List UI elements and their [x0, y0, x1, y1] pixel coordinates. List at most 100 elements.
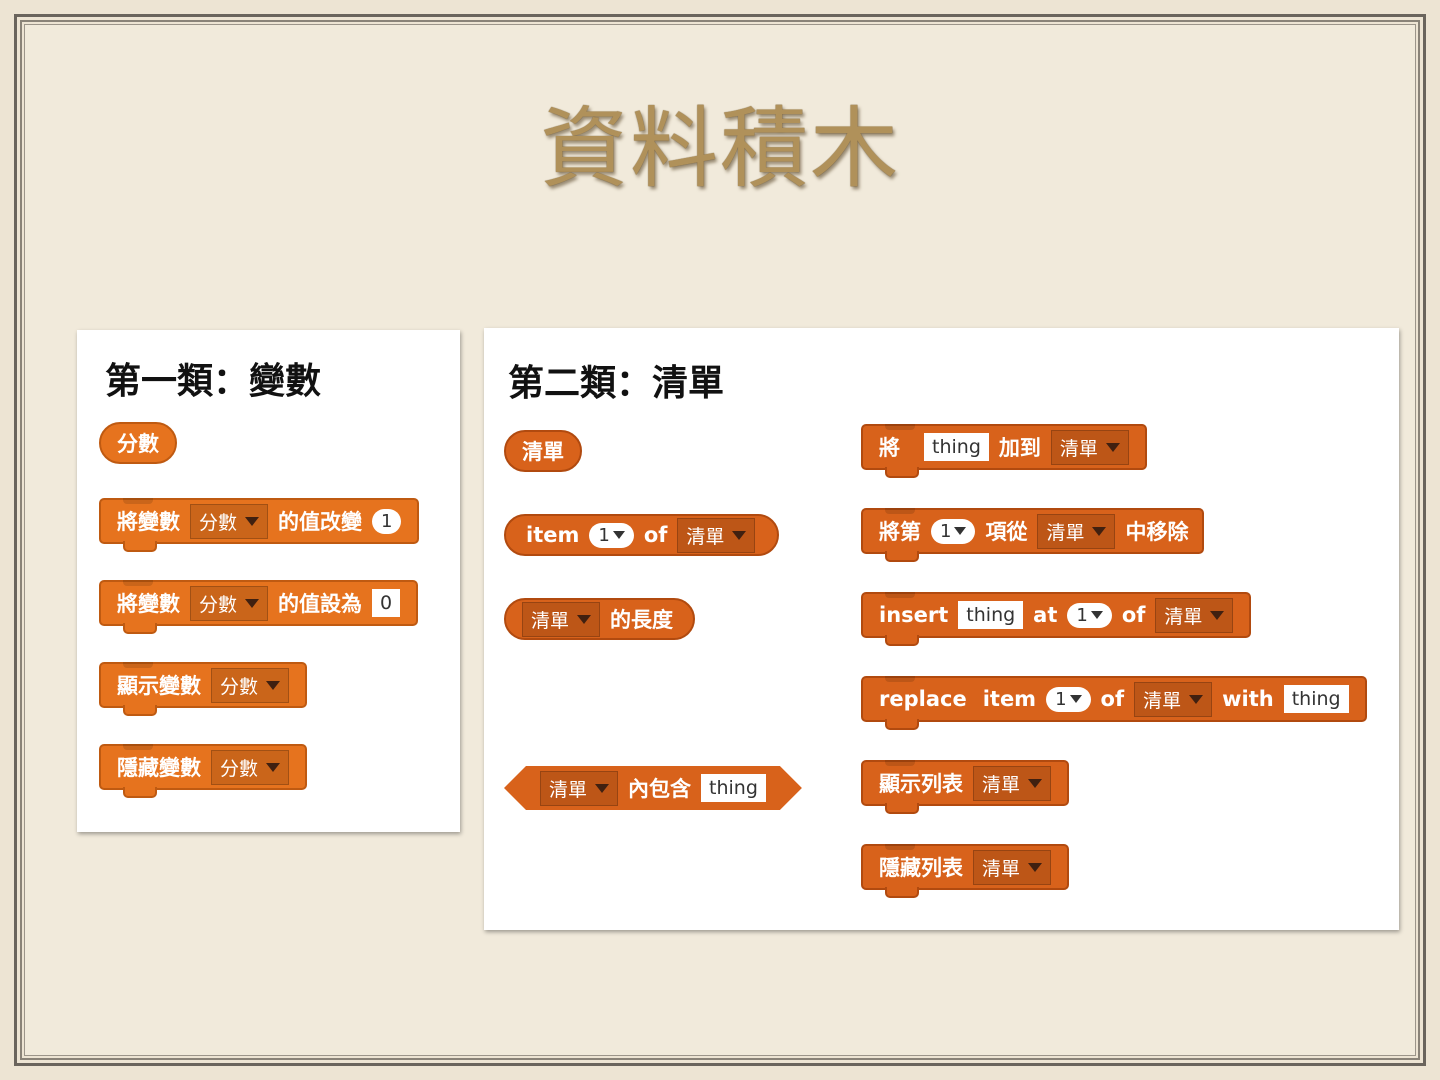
index-value: 1: [940, 520, 952, 542]
block-label: 將第: [879, 520, 921, 544]
dropdown-arrow-icon: [612, 531, 625, 539]
block-label: 內包含: [628, 777, 692, 801]
list-dropdown[interactable]: 清單: [1050, 429, 1129, 465]
dropdown-arrow-icon: [1189, 694, 1204, 704]
dropdown-value: 清單: [982, 857, 1021, 880]
variable-dropdown[interactable]: 分數: [211, 749, 290, 785]
index-value: 1: [598, 524, 610, 546]
change-value-input[interactable]: 1: [372, 508, 402, 534]
dropdown-value: 清單: [1046, 521, 1085, 544]
dropdown-value: 清單: [982, 773, 1021, 796]
dropdown-value: 分數: [199, 511, 238, 534]
dropdown-arrow-icon: [732, 530, 747, 540]
item-of-list-block[interactable]: item 1 of 清單: [504, 514, 780, 556]
hide-list-block[interactable]: 隱藏列表 清單: [861, 844, 1070, 898]
dropdown-value: 清單: [1164, 605, 1203, 628]
set-value-input[interactable]: 0: [372, 589, 401, 617]
add-value-input[interactable]: thing: [924, 433, 989, 461]
show-list-block[interactable]: 顯示列表 清單: [861, 760, 1070, 814]
list-length-block[interactable]: 清單 的長度: [504, 598, 696, 640]
dropdown-arrow-icon: [245, 516, 260, 526]
list-contains-block[interactable]: 清單 內包含 thing: [504, 766, 802, 810]
block-label: 顯示列表: [879, 772, 963, 796]
index-dropdown[interactable]: 1: [931, 518, 976, 544]
variable-dropdown[interactable]: 分數: [190, 503, 269, 539]
dropdown-arrow-icon: [1092, 526, 1107, 536]
index-dropdown[interactable]: 1: [1067, 602, 1112, 628]
dropdown-arrow-icon: [266, 762, 281, 772]
variable-dropdown[interactable]: 分數: [190, 585, 269, 621]
block-label: 將變數: [117, 510, 180, 534]
block-label: insert: [879, 603, 949, 627]
index-dropdown[interactable]: 1: [589, 522, 634, 548]
block-label: 將: [879, 436, 900, 460]
dropdown-arrow-icon: [1210, 610, 1225, 620]
block-of: of: [1121, 603, 1146, 627]
list-dropdown[interactable]: 清單: [973, 849, 1052, 885]
list-dropdown[interactable]: 清單: [973, 765, 1052, 801]
lists-panel: 第二類：清單 清單 item 1 of 清單 清單 的長度 清單 內包含 thi…: [484, 328, 1399, 930]
list-dropdown[interactable]: 清單: [677, 517, 756, 553]
dropdown-value: 分數: [199, 593, 238, 616]
block-item: item: [982, 687, 1037, 711]
block-action: 加到: [998, 436, 1041, 460]
lists-heading: 第二類：清單: [508, 363, 725, 404]
hide-variable-block[interactable]: 隱藏變數 分數: [99, 744, 308, 798]
index-value: 1: [1055, 688, 1067, 710]
dropdown-value: 清單: [549, 778, 588, 801]
list-dropdown[interactable]: 清單: [540, 771, 618, 806]
dropdown-arrow-icon: [266, 680, 281, 690]
insert-value-input[interactable]: thing: [958, 601, 1024, 629]
block-label: 將變數: [117, 592, 180, 616]
block-label: 隱藏變數: [117, 756, 201, 780]
dropdown-arrow-icon: [1028, 862, 1043, 872]
delete-from-list-block[interactable]: 將第 1 項從 清單 中移除: [861, 508, 1205, 562]
dropdown-arrow-icon: [1069, 695, 1082, 703]
set-variable-block[interactable]: 將變數 分數 的值設為 0: [99, 580, 419, 634]
block-label: 的長度: [610, 608, 674, 632]
dropdown-arrow-icon: [577, 614, 592, 624]
block-with: with: [1222, 687, 1274, 711]
replace-value-input[interactable]: thing: [1283, 685, 1349, 713]
block-label: 顯示變數: [117, 674, 201, 698]
insert-into-list-block[interactable]: insert thing at 1 of 清單: [861, 592, 1252, 646]
variable-dropdown[interactable]: 分數: [211, 667, 290, 703]
list-dropdown[interactable]: 清單: [522, 601, 601, 637]
dropdown-arrow-icon: [245, 598, 260, 608]
dropdown-value: 分數: [220, 757, 259, 780]
show-variable-block[interactable]: 顯示變數 分數: [99, 662, 308, 716]
block-of: of: [1100, 687, 1125, 711]
index-value: 1: [1076, 604, 1088, 626]
variables-heading: 第一類：變數: [105, 361, 322, 402]
replace-item-block[interactable]: replace item 1 of 清單 with thing: [861, 676, 1367, 730]
score-variable-reporter[interactable]: 分數: [99, 422, 177, 464]
slide-title: 資料積木: [539, 97, 900, 200]
list-dropdown[interactable]: 清單: [1134, 681, 1213, 717]
contains-value-input[interactable]: thing: [701, 774, 766, 802]
index-dropdown[interactable]: 1: [1046, 686, 1091, 712]
dropdown-arrow-icon: [595, 784, 609, 793]
reporter-label: 清單: [522, 440, 564, 464]
list-dropdown[interactable]: 清單: [1155, 597, 1234, 633]
list-reporter[interactable]: 清單: [504, 430, 582, 472]
block-of: of: [643, 523, 668, 547]
add-to-list-block[interactable]: 將 thing 加到 清單: [861, 424, 1147, 478]
list-dropdown[interactable]: 清單: [1037, 513, 1116, 549]
block-label: replace: [879, 687, 967, 711]
dropdown-arrow-icon: [1090, 611, 1103, 619]
dropdown-arrow-icon: [954, 527, 967, 535]
block-action: 的值改變: [278, 510, 363, 534]
change-variable-block[interactable]: 將變數 分數 的值改變 1: [99, 498, 420, 552]
block-label: 隱藏列表: [879, 856, 963, 880]
dropdown-value: 清單: [1143, 689, 1182, 712]
variables-panel: 第一類：變數 分數 將變數 分數 的值改變 1 將變數 分數 的值設為 0 顯示…: [77, 330, 460, 832]
reporter-label: 分數: [117, 432, 159, 456]
block-mid: 項從: [985, 520, 1028, 544]
block-at: at: [1033, 603, 1058, 627]
block-label: item: [526, 523, 580, 547]
dropdown-value: 分數: [220, 675, 259, 698]
block-action: 的值設為: [278, 592, 363, 616]
dropdown-value: 清單: [1059, 437, 1098, 460]
dropdown-value: 清單: [531, 609, 570, 632]
dropdown-arrow-icon: [1105, 442, 1120, 452]
